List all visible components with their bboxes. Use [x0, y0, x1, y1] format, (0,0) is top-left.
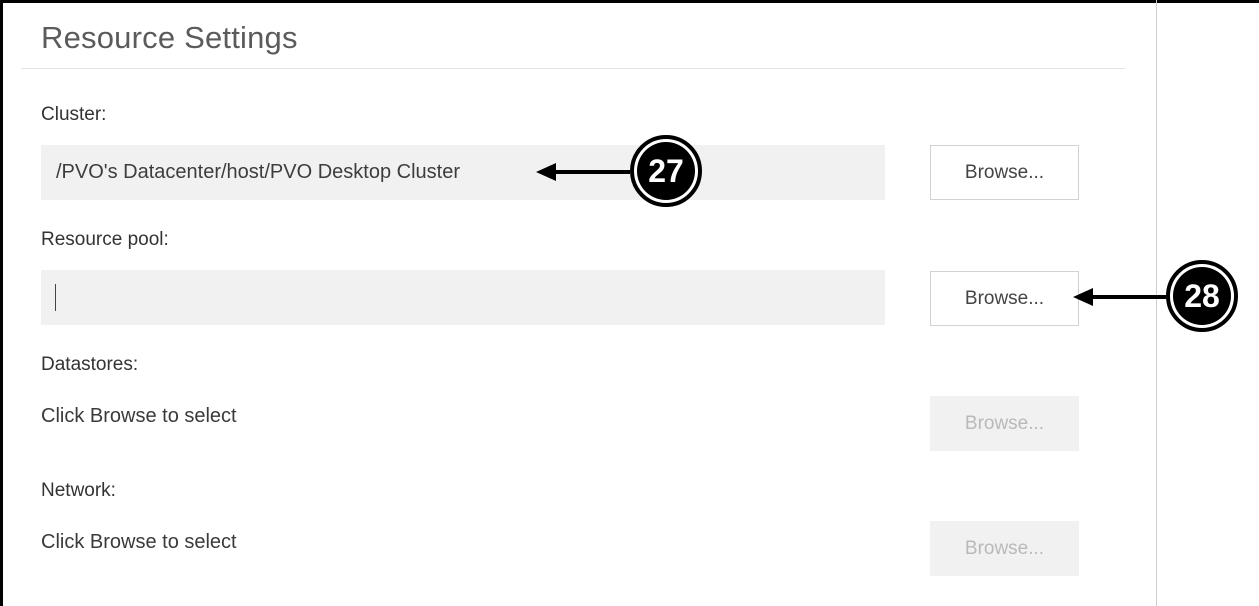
callout-27-arrow — [536, 163, 630, 181]
callout-28-marker: 28 — [1166, 260, 1238, 332]
callout-27-label: 27 — [637, 142, 695, 200]
callout-27-marker: 27 — [630, 135, 702, 207]
callout-28-arrow — [1073, 288, 1166, 306]
callout-28-label: 28 — [1173, 267, 1231, 325]
annotation-arrows — [536, 163, 1166, 306]
